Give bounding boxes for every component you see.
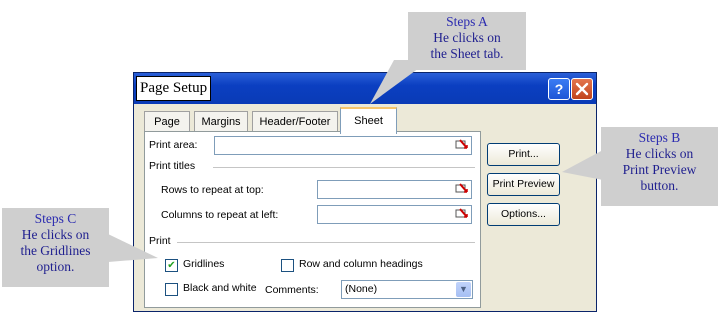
callout-a-line2: the Sheet tab. xyxy=(430,46,504,61)
callout-a-line1: He clicks on xyxy=(433,30,501,45)
print-area-input[interactable] xyxy=(214,136,472,155)
callout-b-line1: He clicks on xyxy=(625,146,694,161)
callout-c-line3: option. xyxy=(36,259,75,274)
print-group-divider xyxy=(177,242,475,243)
collapse-dialog-icon[interactable] xyxy=(455,182,469,196)
callout-steps-c: Steps C He clicks on the Gridlines optio… xyxy=(2,208,109,287)
gridlines-label[interactable]: Gridlines xyxy=(183,258,224,270)
comments-label: Comments: xyxy=(265,284,319,296)
callout-b-line2: Print Preview xyxy=(622,162,697,177)
help-button[interactable]: ? xyxy=(548,78,570,100)
callout-c-line1: He clicks on xyxy=(21,227,90,242)
chevron-down-icon[interactable]: ▼ xyxy=(456,282,471,297)
print-titles-divider xyxy=(213,167,475,168)
print-titles-label: Print titles xyxy=(149,160,196,172)
gridlines-checkbox[interactable]: ✔ xyxy=(165,259,178,272)
callout-steps-a: Steps A He clicks on the Sheet tab. xyxy=(408,12,526,70)
comments-select-value: (None) xyxy=(345,283,378,295)
print-area-label: Print area: xyxy=(149,139,198,151)
sheet-panel: Print area: Print titles Rows to repeat … xyxy=(144,131,481,308)
collapse-dialog-icon[interactable] xyxy=(455,207,469,221)
cols-repeat-input[interactable] xyxy=(317,205,472,224)
callout-b-line3: button. xyxy=(640,178,679,193)
close-button[interactable] xyxy=(571,78,593,100)
row-col-headings-label[interactable]: Row and column headings xyxy=(299,258,423,270)
options-button[interactable]: Options... xyxy=(487,203,560,226)
row-col-headings-checkbox[interactable] xyxy=(281,259,294,272)
callout-steps-b: Steps B He clicks on Print Preview butto… xyxy=(601,127,718,206)
callout-a-title: Steps A xyxy=(446,14,488,29)
tab-sheet[interactable]: Sheet xyxy=(340,107,397,134)
print-group-label: Print xyxy=(149,235,171,247)
dialog-titlebar[interactable]: Page Setup ? xyxy=(134,73,596,104)
tab-page[interactable]: Page xyxy=(144,111,190,132)
page-setup-dialog: Page Setup ? Page Margins Header/Footer … xyxy=(133,72,597,312)
dialog-title: Page Setup xyxy=(136,76,212,101)
print-preview-button[interactable]: Print Preview xyxy=(487,173,560,196)
close-icon xyxy=(575,82,589,96)
black-white-label[interactable]: Black and white xyxy=(183,282,257,294)
tab-header-footer[interactable]: Header/Footer xyxy=(252,111,338,132)
callout-b-title: Steps B xyxy=(638,130,681,145)
rows-repeat-label: Rows to repeat at top: xyxy=(161,184,264,196)
tab-margins[interactable]: Margins xyxy=(194,111,248,132)
callout-c-title: Steps C xyxy=(34,211,77,226)
black-white-checkbox[interactable] xyxy=(165,283,178,296)
print-button[interactable]: Print... xyxy=(487,143,560,166)
rows-repeat-input[interactable] xyxy=(317,180,472,199)
cols-repeat-label: Columns to repeat at left: xyxy=(161,209,279,221)
collapse-dialog-icon[interactable] xyxy=(455,138,469,152)
callout-c-line2: the Gridlines xyxy=(20,243,91,258)
comments-select[interactable]: (None) ▼ xyxy=(341,280,473,299)
